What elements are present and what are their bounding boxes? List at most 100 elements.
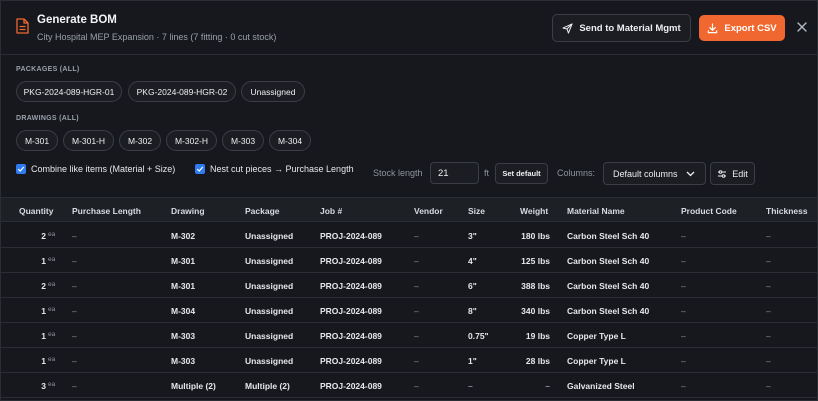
column-header[interactable]: Job # — [320, 206, 342, 216]
quantity-cell: 1 — [41, 256, 46, 266]
weight-cell: – — [545, 381, 550, 391]
nest-cut-pieces-option[interactable]: Nest cut pieces → Purchase Length — [195, 164, 354, 174]
sliders-icon — [718, 169, 727, 178]
weight-cell: 388 lbs — [521, 281, 550, 291]
quantity-unit: ea — [48, 381, 56, 388]
size-cell: – — [468, 381, 473, 391]
product-code-cell: – — [681, 281, 686, 291]
dialog-header: Generate BOM City Hospital MEP Expansion… — [1, 1, 817, 55]
quantity-cell: 3 — [41, 381, 46, 391]
table-header: Quantity Purchase Length Drawing Package… — [1, 197, 817, 222]
thickness-cell: – — [766, 331, 771, 341]
job-cell: PROJ-2024-089 — [320, 306, 382, 316]
vendor-cell: – — [414, 256, 419, 266]
edit-columns-button[interactable]: Edit — [710, 162, 755, 185]
package-chip[interactable]: Unassigned — [241, 81, 305, 102]
check-icon — [196, 166, 204, 172]
quantity-unit: ea — [48, 331, 56, 338]
column-header[interactable]: Material Name — [567, 206, 625, 216]
close-button[interactable] — [795, 20, 809, 34]
size-cell: 6" — [468, 281, 477, 291]
drawing-chip[interactable]: M-302 — [119, 130, 161, 151]
vendor-cell: – — [414, 356, 419, 366]
table-row[interactable]: 2 ea – M-301 Unassigned PROJ-2024-089 – 6" 388 l… — [1, 273, 817, 298]
quantity-unit: ea — [48, 256, 56, 263]
package-cell: Unassigned — [245, 281, 294, 291]
export-csv-button[interactable]: Export CSV — [699, 15, 785, 41]
weight-cell: 28 lbs — [525, 356, 550, 366]
nest-label: Nest cut pieces → Purchase Length — [210, 164, 354, 174]
drawing-chip[interactable]: M-301 — [16, 130, 58, 151]
size-cell: 4" — [468, 256, 477, 266]
size-cell: 1" — [468, 356, 477, 366]
column-header[interactable]: Weight — [520, 206, 548, 216]
package-cell: Unassigned — [245, 306, 294, 316]
package-cell: Unassigned — [245, 231, 294, 241]
material-name-cell: Carbon Steel Sch 40 — [567, 231, 650, 241]
vendor-cell: – — [414, 381, 419, 391]
size-cell: 0.75" — [468, 331, 489, 341]
package-cell: Unassigned — [245, 356, 294, 366]
columns-select[interactable]: Default columns — [603, 162, 706, 185]
set-default-button[interactable]: Set default — [495, 163, 548, 184]
material-name-cell: Copper Type L — [567, 356, 626, 366]
dialog-subtitle: City Hospital MEP Expansion · 7 lines (7… — [37, 32, 277, 42]
thickness-cell: – — [766, 356, 771, 366]
thickness-cell: – — [766, 281, 771, 291]
table-row[interactable]: 1 ea – M-303 Unassigned PROJ-2024-089 – 1" 28 lb… — [1, 348, 817, 373]
column-header[interactable]: Size — [468, 206, 485, 216]
product-code-cell: – — [681, 256, 686, 266]
quantity-cell: 1 — [41, 356, 46, 366]
check-icon — [17, 166, 25, 172]
document-icon — [16, 18, 29, 34]
send-to-material-mgmt-button[interactable]: Send to Material Mgmt — [552, 14, 691, 42]
purchase-length-cell: – — [72, 231, 77, 241]
purchase-length-cell: – — [72, 331, 77, 341]
column-header[interactable]: Thickness — [766, 206, 808, 216]
column-header[interactable]: Product Code — [681, 206, 737, 216]
quantity-unit: ea — [48, 356, 56, 363]
send-icon — [562, 22, 573, 34]
column-header[interactable]: Purchase Length — [72, 206, 141, 216]
product-code-cell: – — [681, 356, 686, 366]
close-icon — [797, 22, 807, 32]
vendor-cell: – — [414, 281, 419, 291]
quantity-cell: 2 — [41, 231, 46, 241]
nest-checkbox[interactable] — [195, 164, 205, 174]
stock-length-input[interactable] — [430, 162, 479, 184]
download-icon — [708, 22, 718, 33]
stock-unit-label: ft — [484, 168, 490, 178]
purchase-length-cell: – — [72, 256, 77, 266]
table-row[interactable]: 1 ea – M-301 Unassigned PROJ-2024-089 – 4" 125 l… — [1, 248, 817, 273]
column-header[interactable]: Vendor — [414, 206, 443, 216]
table-row[interactable]: 3 ea – Multiple (2) Multiple (2) PROJ-2024-08… — [1, 373, 817, 398]
quantity-unit: ea — [48, 281, 56, 288]
thickness-cell: – — [766, 381, 771, 391]
column-header[interactable]: Package — [245, 206, 280, 216]
table-row[interactable]: 2 ea – M-302 Unassigned PROJ-2024-089 – 3" 180 l… — [1, 223, 817, 248]
weight-cell: 180 lbs — [521, 231, 550, 241]
drawing-cell: M-302 — [171, 231, 196, 241]
chevron-down-icon — [686, 171, 694, 176]
table-row[interactable]: 1 ea – M-303 Unassigned PROJ-2024-089 – 0.75" 19… — [1, 323, 817, 348]
send-button-label: Send to Material Mgmt — [579, 22, 681, 34]
drawing-chip[interactable]: M-304 — [269, 130, 311, 151]
weight-cell: 340 lbs — [521, 306, 550, 316]
export-button-label: Export CSV — [724, 22, 777, 34]
weight-cell: 125 lbs — [521, 256, 550, 266]
purchase-length-cell: – — [72, 356, 77, 366]
drawing-cell: M-303 — [171, 331, 196, 341]
column-header[interactable]: Drawing — [171, 206, 205, 216]
drawing-chip[interactable]: M-301-H — [63, 130, 114, 151]
combine-checkbox[interactable] — [16, 164, 26, 174]
column-header[interactable]: Quantity — [19, 206, 53, 216]
drawing-chip[interactable]: M-303 — [222, 130, 264, 151]
package-chip[interactable]: PKG-2024-089-HGR-02 — [128, 81, 236, 102]
drawing-cell: M-301 — [171, 281, 196, 291]
edit-label: Edit — [732, 168, 748, 179]
package-chip[interactable]: PKG-2024-089-HGR-01 — [16, 81, 122, 102]
combine-like-items-option[interactable]: Combine like items (Material + Size) — [16, 164, 175, 174]
drawing-chip[interactable]: M-302-H — [166, 130, 217, 151]
quantity-unit: ea — [48, 306, 56, 313]
table-row[interactable]: 1 ea – M-304 Unassigned PROJ-2024-089 – 8" 340 l… — [1, 298, 817, 323]
